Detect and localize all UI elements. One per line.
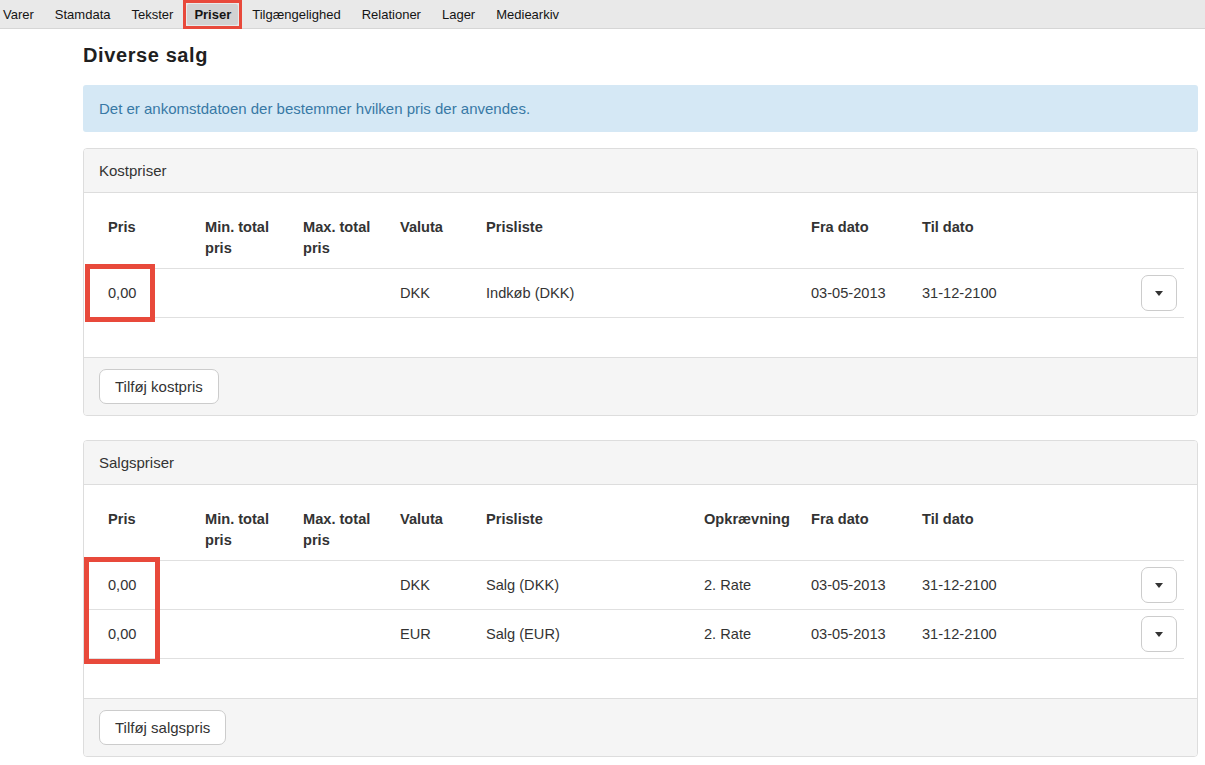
kostpriser-table: Pris Min. total pris Max. total pris Val… <box>85 208 1184 318</box>
col-min-total-pris: Min. total pris <box>197 208 295 269</box>
caret-down-icon <box>1155 291 1163 296</box>
cell-pris: 0,00 <box>85 610 197 659</box>
col-fra-dato: Fra dato <box>803 208 914 269</box>
col-prisliste: Prisliste <box>478 500 696 561</box>
main-content: Diverse salg Det er ankomstdatoen der be… <box>83 44 1198 757</box>
kostpriser-panel-title: Kostpriser <box>84 149 1197 193</box>
col-til-dato: Til dato <box>914 208 1114 269</box>
tab-tekster[interactable]: Tekster <box>131 7 173 22</box>
add-salgspris-button[interactable]: Tilføj salgspris <box>99 710 226 745</box>
tab-mediearkiv[interactable]: Mediearkiv <box>496 7 559 22</box>
kostpriser-header-row: Pris Min. total pris Max. total pris Val… <box>85 208 1184 269</box>
table-row: 0,00 DKK Indkøb (DKK) 03-05-2013 31-12-2… <box>85 269 1184 318</box>
col-fra-dato: Fra dato <box>803 500 914 561</box>
kostpriser-panel-body: Pris Min. total pris Max. total pris Val… <box>84 208 1197 318</box>
col-max-total-pris: Max. total pris <box>295 208 392 269</box>
salgspriser-panel-footer: Tilføj salgspris <box>84 698 1197 756</box>
col-actions <box>1114 208 1184 269</box>
col-actions <box>1114 500 1184 561</box>
cell-max-total <box>295 269 392 318</box>
kostpriser-panel-footer: Tilføj kostpris <box>84 357 1197 415</box>
tab-tilgaengelighed[interactable]: Tilgængelighed <box>252 7 340 22</box>
cell-pris: 0,00 <box>85 561 197 610</box>
col-pris: Pris <box>85 500 197 561</box>
salgspriser-panel-body: Pris Min. total pris Max. total pris Val… <box>84 500 1197 659</box>
table-row: 0,00 EUR Salg (EUR) 2. Rate 03-05-2013 3… <box>85 610 1184 659</box>
col-til-dato: Til dato <box>914 500 1114 561</box>
cell-prisliste: Indkøb (DKK) <box>478 269 803 318</box>
salgspriser-table: Pris Min. total pris Max. total pris Val… <box>85 500 1184 659</box>
cell-opkraevning: 2. Rate <box>696 561 803 610</box>
caret-down-icon <box>1155 632 1163 637</box>
salgspriser-panel: Salgspriser Pris Min. total pris Max. to… <box>83 440 1198 757</box>
cell-actions <box>1114 610 1184 659</box>
salgspriser-header-row: Pris Min. total pris Max. total pris Val… <box>85 500 1184 561</box>
tab-stamdata[interactable]: Stamdata <box>55 7 111 22</box>
tab-priser[interactable]: Priser <box>187 4 238 25</box>
cell-valuta: DKK <box>392 269 478 318</box>
col-prisliste: Prisliste <box>478 208 803 269</box>
cell-valuta: DKK <box>392 561 478 610</box>
tab-varer[interactable]: Varer <box>3 7 34 22</box>
row-dropdown-button[interactable] <box>1141 616 1177 652</box>
table-row: 0,00 DKK Salg (DKK) 2. Rate 03-05-2013 3… <box>85 561 1184 610</box>
col-opkraevning: Opkrævning <box>696 500 803 561</box>
cell-til-dato: 31-12-2100 <box>914 269 1114 318</box>
cell-min-total <box>197 610 295 659</box>
salgspriser-panel-title: Salgspriser <box>84 441 1197 485</box>
cell-min-total <box>197 561 295 610</box>
cell-pris: 0,00 <box>85 269 197 318</box>
row-dropdown-button[interactable] <box>1141 275 1177 311</box>
cell-actions <box>1114 561 1184 610</box>
kostpriser-panel: Kostpriser Pris Min. total pris Max. tot… <box>83 148 1198 416</box>
col-max-total-pris: Max. total pris <box>295 500 392 561</box>
col-pris: Pris <box>85 208 197 269</box>
cell-fra-dato: 03-05-2013 <box>803 610 914 659</box>
cell-prisliste: Salg (DKK) <box>478 561 696 610</box>
tab-lager[interactable]: Lager <box>442 7 475 22</box>
info-alert: Det er ankomstdatoen der bestemmer hvilk… <box>83 85 1198 132</box>
col-valuta: Valuta <box>392 208 478 269</box>
col-min-total-pris: Min. total pris <box>197 500 295 561</box>
add-kostpris-button[interactable]: Tilføj kostpris <box>99 369 219 404</box>
top-nav: Varer Stamdata Tekster Priser Tilgængeli… <box>0 0 1205 29</box>
col-valuta: Valuta <box>392 500 478 561</box>
cell-til-dato: 31-12-2100 <box>914 610 1114 659</box>
cell-prisliste: Salg (EUR) <box>478 610 696 659</box>
row-dropdown-button[interactable] <box>1141 567 1177 603</box>
cell-min-total <box>197 269 295 318</box>
cell-actions <box>1114 269 1184 318</box>
tab-relationer[interactable]: Relationer <box>362 7 421 22</box>
cell-fra-dato: 03-05-2013 <box>803 561 914 610</box>
cell-max-total <box>295 561 392 610</box>
cell-opkraevning: 2. Rate <box>696 610 803 659</box>
cell-til-dato: 31-12-2100 <box>914 561 1114 610</box>
page-title: Diverse salg <box>83 44 1198 67</box>
caret-down-icon <box>1155 583 1163 588</box>
cell-valuta: EUR <box>392 610 478 659</box>
cell-fra-dato: 03-05-2013 <box>803 269 914 318</box>
cell-max-total <box>295 610 392 659</box>
